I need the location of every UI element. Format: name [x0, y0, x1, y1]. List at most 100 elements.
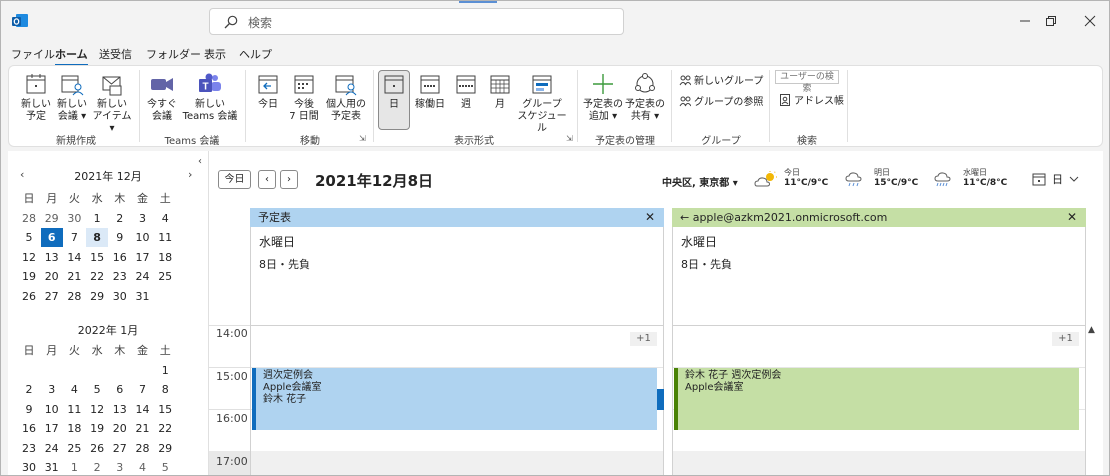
- mini-calendar-day[interactable]: 18: [63, 419, 85, 438]
- mini-calendar-day[interactable]: 16: [18, 419, 40, 438]
- browse-groups-button[interactable]: グループの参照: [679, 93, 763, 108]
- mini-calendar-day[interactable]: 9: [109, 228, 131, 247]
- mini-calendar-day[interactable]: 30: [63, 209, 85, 228]
- menu-view[interactable]: 表示: [204, 46, 226, 62]
- next-day-button[interactable]: ›: [280, 170, 298, 189]
- mini-calendar-day[interactable]: 21: [132, 419, 154, 438]
- mini-calendar-day[interactable]: 19: [18, 267, 40, 286]
- previous-day-button[interactable]: ‹: [258, 170, 276, 189]
- mini-calendar-day[interactable]: 23: [109, 267, 131, 286]
- group-schedule-button[interactable]: グループ スケジュール: [517, 72, 567, 135]
- new-teams-meeting-button[interactable]: T 新しい Teams 会議: [181, 72, 239, 123]
- dialog-launcher-icon[interactable]: ⇲: [566, 134, 573, 143]
- add-calendar-button[interactable]: 予定表の 追加 ▾: [583, 72, 623, 123]
- mini-calendar-day[interactable]: 4: [63, 380, 85, 399]
- mini-calendar-day[interactable]: 3: [132, 209, 154, 228]
- mini-calendar-day[interactable]: 5: [18, 228, 40, 247]
- meet-now-button[interactable]: 今すぐ 会議: [145, 72, 179, 123]
- menu-folder[interactable]: フォルダー: [146, 46, 201, 62]
- mini-calendar-day[interactable]: 30: [18, 458, 40, 475]
- mini-calendar-day[interactable]: 28: [63, 287, 85, 306]
- mini-calendar-day[interactable]: 21: [63, 267, 85, 286]
- mini-calendar-day[interactable]: 24: [41, 439, 63, 458]
- new-meeting-button[interactable]: 新しい 会議 ▾: [55, 72, 89, 123]
- mini-calendar-day[interactable]: 7: [63, 228, 85, 247]
- share-calendar-button[interactable]: 予定表の 共有 ▾: [625, 72, 665, 123]
- mini-calendar-day[interactable]: 1: [63, 458, 85, 475]
- mini-calendar-day[interactable]: 17: [41, 419, 63, 438]
- next-7-days-button[interactable]: 今後 7 日間: [287, 72, 321, 123]
- more-events-badge[interactable]: +1: [630, 332, 657, 346]
- mini-calendar-day[interactable]: 29: [154, 439, 176, 458]
- mini-calendar-day[interactable]: 28: [18, 209, 40, 228]
- mini-calendar-day[interactable]: 29: [86, 287, 108, 306]
- mini-calendar-day[interactable]: 1: [154, 361, 176, 380]
- mini-calendar-day[interactable]: 13: [41, 248, 63, 267]
- mini-calendar-day[interactable]: 25: [154, 267, 176, 286]
- mini-calendar-day[interactable]: 2: [18, 380, 40, 399]
- mini-calendar-day[interactable]: 31: [41, 458, 63, 475]
- location-dropdown[interactable]: 中央区, 東京都 ▾: [662, 174, 738, 189]
- mini-calendar-day[interactable]: 16: [109, 248, 131, 267]
- collapse-pane-icon[interactable]: ‹: [198, 156, 202, 167]
- mini-calendar-day[interactable]: 5: [86, 380, 108, 399]
- today-button[interactable]: 今日: [218, 170, 251, 189]
- close-icon[interactable]: ✕: [645, 208, 655, 227]
- mini-calendar-day[interactable]: 20: [109, 419, 131, 438]
- mini-calendar-day[interactable]: 10: [41, 400, 63, 419]
- mini-calendar-day[interactable]: 13: [109, 400, 131, 419]
- event-weekly-meeting[interactable]: 週次定例会 Apple会議室 鈴木 花子: [252, 368, 657, 430]
- mini-calendar-day[interactable]: 26: [18, 287, 40, 306]
- mini-calendar-day[interactable]: 22: [86, 267, 108, 286]
- search-people-input[interactable]: ユーザーの検索: [775, 70, 839, 94]
- mini-calendar-day[interactable]: 6: [109, 380, 131, 399]
- view-day[interactable]: 日: [379, 72, 409, 111]
- mini-calendar-day[interactable]: 28: [132, 439, 154, 458]
- mini-calendar-day[interactable]: 27: [41, 287, 63, 306]
- mini-calendar-day[interactable]: 3: [41, 380, 63, 399]
- mini-calendar-day[interactable]: 12: [18, 248, 40, 267]
- mini-calendar-day[interactable]: 17: [132, 248, 154, 267]
- mini-calendar-day[interactable]: 4: [132, 458, 154, 475]
- mini-calendar-day[interactable]: 8: [86, 228, 109, 247]
- mini-calendar-day[interactable]: 15: [86, 248, 108, 267]
- next-month-icon[interactable]: ›: [188, 168, 192, 181]
- more-events-badge[interactable]: +1: [1052, 332, 1079, 346]
- mini-calendar-day[interactable]: 7: [132, 380, 154, 399]
- mini-calendar-day[interactable]: 14: [63, 248, 85, 267]
- mini-calendar-day[interactable]: 14: [132, 400, 154, 419]
- new-appointment-button[interactable]: 新しい 予定: [19, 72, 53, 123]
- new-group-button[interactable]: 新しいグループ: [679, 72, 763, 87]
- mini-calendar-day[interactable]: 4: [154, 209, 176, 228]
- menu-help[interactable]: ヘルプ: [239, 46, 272, 62]
- mini-calendar-day[interactable]: 2: [109, 209, 131, 228]
- address-book-button[interactable]: アドレス帳: [779, 92, 844, 107]
- mini-calendar-day[interactable]: 9: [18, 400, 40, 419]
- search-input[interactable]: 検索: [209, 8, 624, 35]
- mini-calendar-day[interactable]: 11: [63, 400, 85, 419]
- mini-calendar-day[interactable]: 26: [86, 439, 108, 458]
- mini-calendar-day[interactable]: 6: [40, 228, 63, 247]
- personal-calendar-button[interactable]: 個人用の 予定表: [325, 72, 367, 123]
- mini-calendar-day[interactable]: 24: [132, 267, 154, 286]
- mini-calendar-day[interactable]: 20: [41, 267, 63, 286]
- mini-calendar-day[interactable]: 31: [132, 287, 154, 306]
- mini-calendar-day[interactable]: 29: [41, 209, 63, 228]
- close-window-button[interactable]: [1067, 7, 1109, 35]
- mini-calendar-day[interactable]: 25: [63, 439, 85, 458]
- go-today-button[interactable]: 今日: [253, 72, 283, 111]
- mini-calendar-day[interactable]: 2: [86, 458, 108, 475]
- mini-calendar-day[interactable]: 8: [154, 380, 176, 399]
- new-items-button[interactable]: 新しい アイテム ▾: [91, 72, 133, 135]
- mini-calendar-day[interactable]: 3: [109, 458, 131, 475]
- view-dropdown[interactable]: 日: [1032, 171, 1079, 187]
- menu-send-receive[interactable]: 送受信: [99, 46, 132, 62]
- mini-calendar-day[interactable]: 27: [109, 439, 131, 458]
- mini-calendar-day[interactable]: 23: [18, 439, 40, 458]
- view-week-button[interactable]: 週: [451, 72, 481, 111]
- mini-calendar-day[interactable]: 18: [154, 248, 176, 267]
- menu-file[interactable]: ファイル: [11, 46, 55, 62]
- event-shared-weekly-meeting[interactable]: 鈴木 花子 週次定例会 Apple会議室: [674, 368, 1079, 430]
- mini-calendar-day[interactable]: 1: [86, 209, 108, 228]
- menu-home[interactable]: ホーム: [55, 46, 88, 66]
